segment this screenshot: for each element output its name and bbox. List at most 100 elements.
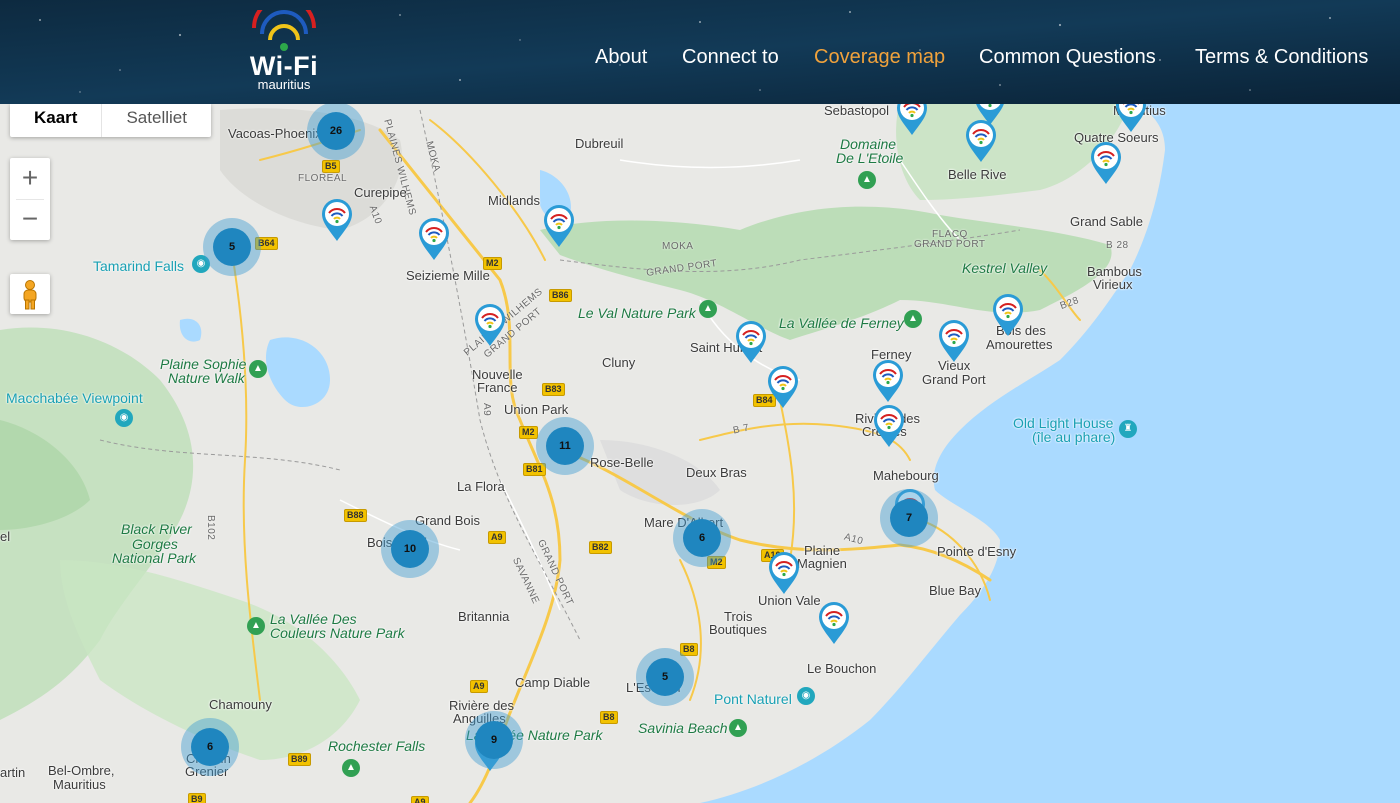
place-label: Le Bouchon	[807, 661, 877, 676]
road-shield: B86	[549, 289, 572, 302]
place-label: Macchabée Viewpoint	[6, 390, 143, 406]
road-shield: A9	[411, 796, 429, 803]
place-label: Tamarind Falls	[93, 258, 185, 274]
nav-connect-to[interactable]: Connect to	[682, 46, 779, 69]
cluster-marker[interactable]: 5	[203, 218, 261, 276]
place-label: Savinia Beach	[638, 720, 728, 736]
place-label: La Vallée Des	[270, 611, 357, 627]
cluster-count: 5	[213, 228, 251, 266]
road-shield: B89	[288, 753, 311, 766]
nav-coverage-map[interactable]: Coverage map	[814, 46, 945, 69]
wifi-pin-icon[interactable]	[872, 404, 906, 448]
nav-about[interactable]: About	[595, 46, 647, 69]
place-label: Domaine	[840, 136, 897, 152]
place-label: France	[477, 380, 518, 395]
road-shield: M2	[519, 426, 538, 439]
wifi-pin-icon[interactable]	[937, 319, 971, 363]
wifi-pin-icon[interactable]	[1089, 141, 1123, 185]
place-label: Black River	[121, 521, 192, 537]
place-label: Midlands	[488, 193, 541, 208]
road-label: A9	[481, 403, 492, 417]
place-label: Sebastopol	[824, 103, 890, 118]
nav-terms-conditions[interactable]: Terms & Conditions	[1195, 46, 1368, 69]
cluster-count: 6	[191, 728, 229, 766]
wifi-pin-icon[interactable]	[542, 204, 576, 248]
place-label: Le Val Nature Park	[578, 305, 696, 321]
place-label: Dubreuil	[575, 136, 624, 151]
place-label: Chamouny	[209, 697, 272, 712]
lighthouse-icon[interactable]: ♜	[1119, 420, 1137, 438]
camera-icon[interactable]: ◉	[797, 687, 815, 705]
place-label: Nature Walk	[168, 370, 245, 386]
wifi-pin-icon[interactable]	[766, 365, 800, 409]
tree-icon[interactable]: ▲	[247, 617, 265, 635]
place-label: el	[0, 529, 11, 544]
wifi-pin-icon[interactable]	[991, 293, 1025, 337]
cluster-count: 7	[890, 499, 928, 537]
place-label: De L'Etoile	[836, 150, 904, 166]
place-label: Virieux	[1093, 277, 1133, 292]
logo-title: Wi-Fi	[249, 51, 319, 81]
cluster-marker[interactable]: 26	[307, 102, 365, 160]
place-label: Britannia	[458, 609, 510, 624]
tree-icon[interactable]: ▲	[729, 719, 747, 737]
cluster-marker[interactable]: 7	[880, 489, 938, 547]
place-label: Union Vale	[758, 593, 821, 608]
place-label: Gorges	[132, 536, 178, 552]
map-type-control: Kaart Satelliet	[10, 104, 211, 137]
cluster-marker[interactable]: 5	[636, 648, 694, 706]
place-label: (île au phare)	[1032, 429, 1116, 445]
place-label: Mauritius	[53, 777, 106, 792]
place-label: Couleurs Nature Park	[270, 625, 405, 641]
map-type-map-button[interactable]: Kaart	[10, 104, 103, 137]
zoom-in-button[interactable]: +	[10, 158, 50, 199]
wifi-mauritius-logo[interactable]: Wi-Fi mauritius	[246, 10, 326, 94]
cluster-count: 9	[475, 721, 513, 759]
place-label: Amourettes	[986, 337, 1053, 352]
camera-icon[interactable]: ◉	[115, 409, 133, 427]
wifi-pin-icon[interactable]	[473, 303, 507, 347]
cluster-marker[interactable]: 6	[673, 509, 731, 567]
wifi-pin-icon[interactable]	[871, 359, 905, 403]
region-moka-b: MOKA	[662, 241, 694, 252]
road-shield: B82	[589, 541, 612, 554]
site-header: Wi-Fi mauritius About Connect to Coverag…	[0, 0, 1400, 104]
place-label: Union Park	[504, 402, 569, 417]
wifi-pin-icon[interactable]	[767, 551, 801, 595]
place-label: Rose-Belle	[590, 455, 654, 470]
cluster-marker[interactable]: 6	[181, 718, 239, 776]
pegman-icon	[23, 280, 37, 310]
place-label: Blue Bay	[929, 583, 982, 598]
place-label: Pont Naturel	[714, 691, 792, 707]
tree-icon[interactable]: ▲	[249, 360, 267, 378]
cluster-marker[interactable]: 10	[381, 520, 439, 578]
tree-icon[interactable]: ▲	[858, 171, 876, 189]
road-shield: A9	[470, 680, 488, 693]
place-label: Grand Sable	[1070, 214, 1143, 229]
cluster-marker[interactable]: 11	[536, 417, 594, 475]
tree-icon[interactable]: ▲	[904, 310, 922, 328]
nav-common-questions[interactable]: Common Questions	[979, 46, 1156, 69]
place-label: Rochester Falls	[328, 738, 426, 754]
coverage-map[interactable]: PLAINES WILHEMS MOKA MOKA GRAND PORT FLA…	[0, 0, 1400, 803]
road-shield: B83	[542, 383, 565, 396]
wifi-pin-icon[interactable]	[817, 601, 851, 645]
street-view-button[interactable]	[10, 274, 50, 314]
wifi-pin-icon[interactable]	[734, 320, 768, 364]
wifi-pin-icon[interactable]	[320, 198, 354, 242]
road-shield: B8	[600, 711, 618, 724]
road-label: B 28	[1106, 240, 1129, 251]
tree-icon[interactable]: ▲	[699, 300, 717, 318]
road-shield: B88	[344, 509, 367, 522]
place-label: artin	[0, 765, 26, 780]
wifi-pin-icon[interactable]	[417, 217, 451, 261]
place-label: Old Light House	[1013, 415, 1114, 431]
zoom-out-button[interactable]: −	[10, 199, 50, 240]
tree-icon[interactable]: ▲	[342, 759, 360, 777]
cluster-count: 11	[546, 427, 584, 465]
logo-subtitle: mauritius	[257, 77, 311, 92]
map-type-satellite-button[interactable]: Satelliet	[102, 104, 210, 137]
cluster-marker[interactable]: 9	[465, 711, 523, 769]
cluster-count: 26	[317, 112, 355, 150]
road-shield: A9	[488, 531, 506, 544]
